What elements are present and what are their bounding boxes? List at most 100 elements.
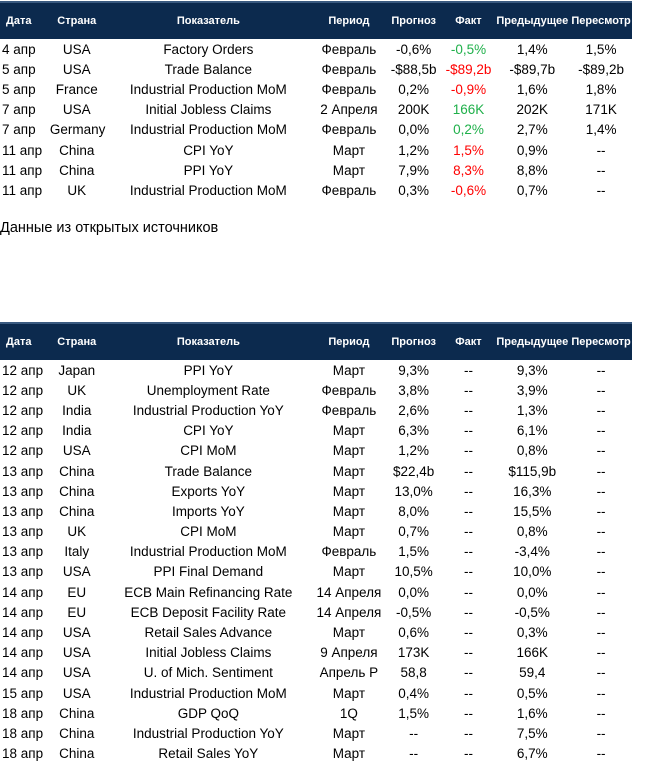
cell-country: USA [62, 625, 91, 641]
cell-country: China [59, 746, 95, 762]
cell-date: 14 апр [2, 625, 44, 641]
cell-revision: 171K [585, 102, 617, 118]
header-period: Период [328, 15, 370, 27]
cell-forecast: 58,8 [400, 665, 427, 681]
cell-actual: -- [463, 604, 473, 620]
table-row: 13 апр China Trade Balance Март $22,4b -- $115… [0, 461, 632, 481]
table-row: 12 апр India Industrial Production YoY Февр… [0, 400, 632, 420]
cell-revision: -- [596, 362, 606, 378]
cell-country: UK [67, 182, 87, 198]
cell-indicator: PPI YoY [183, 362, 234, 378]
cell-forecast: 6,3% [398, 423, 430, 439]
cell-forecast: 200K [397, 102, 430, 118]
cell-actual: -- [463, 685, 473, 701]
cell-actual: -- [463, 463, 473, 479]
cell-period: 2 Апреля [320, 102, 378, 118]
table-row: 5 апр France Industrial Production MoM Февр… [0, 79, 632, 99]
cell-period: Февраль [321, 402, 377, 418]
cell-indicator: CPI MoM [180, 524, 237, 540]
cell-actual: -- [463, 665, 473, 681]
cell-forecast: 3,8% [398, 382, 430, 398]
table-row: 7 апр Germany Industrial Production MoM Фев… [0, 120, 632, 140]
cell-indicator: Initial Jobless Claims [145, 645, 272, 661]
cell-period: Апрель P [319, 665, 379, 681]
economic-calendar-table-past: Дата Страна Показатель Период Прогноз Факт Пре… [0, 1, 632, 201]
cell-forecast: -- [409, 746, 419, 762]
cell-actual: -- [463, 382, 473, 398]
table-row: 12 апр Japan PPI YoY Март 9,3% -- 9,3% -- [0, 360, 632, 380]
cell-country: UK [67, 524, 87, 540]
cell-indicator: Industrial Production YoY [132, 725, 284, 741]
cell-date: 13 апр [2, 483, 44, 499]
cell-period: Март [332, 625, 366, 641]
cell-revision: -- [596, 162, 606, 178]
cell-date: 14 апр [2, 645, 44, 661]
cell-previous: -3,4% [514, 544, 550, 560]
cell-actual: -- [463, 705, 473, 721]
cell-revision: 1,4% [585, 122, 617, 138]
cell-forecast: 1,5% [398, 705, 430, 721]
cell-previous: 8,8% [516, 162, 548, 178]
cell-indicator: Industrial Production MoM [129, 685, 287, 701]
table-row: 18 апр China GDP QoQ 1Q 1,5% -- 1,6% -- [0, 703, 632, 723]
table-header: Дата Страна Показатель Период Прогноз Факт Пре… [0, 322, 632, 360]
cell-indicator: Unemployment Rate [146, 382, 270, 398]
cell-previous: 6,7% [516, 746, 548, 762]
cell-forecast: 0,2% [398, 81, 430, 97]
cell-forecast: 10,5% [394, 564, 433, 580]
cell-indicator: Industrial Production MoM [129, 182, 287, 198]
cell-forecast: 0,0% [398, 122, 430, 138]
cell-period: Февраль [321, 41, 377, 57]
cell-country: USA [62, 685, 91, 701]
header-date: Дата [6, 15, 32, 27]
cell-country: EU [67, 584, 87, 600]
table-row: 7 апр USA Initial Jobless Claims 2 Апреля 20… [0, 100, 632, 120]
cell-actual: -- [463, 544, 473, 560]
cell-country: USA [62, 665, 91, 681]
cell-indicator: PPI Final Demand [153, 564, 264, 580]
cell-period: Март [332, 725, 366, 741]
cell-actual: -0,5% [450, 41, 487, 57]
cell-forecast: 0,3% [398, 182, 430, 198]
header-indicator: Показатель [176, 15, 240, 27]
table-row: 4 апр USA Factory Orders Февраль -0,6% -0,5% 1… [0, 39, 632, 59]
cell-period: Март [332, 463, 366, 479]
cell-revision: -- [596, 685, 606, 701]
cell-previous: 1,4% [516, 41, 548, 57]
cell-country: USA [62, 443, 91, 459]
cell-period: 14 Апреля [316, 584, 382, 600]
cell-country: China [59, 483, 95, 499]
cell-forecast: 0,0% [398, 584, 430, 600]
cell-period: Март [332, 362, 366, 378]
cell-actual: -0,6% [450, 182, 487, 198]
table-row: 14 апр EU ECB Main Refinancing Rate 14 Апре… [0, 582, 632, 602]
cell-date: 5 апр [2, 61, 36, 77]
cell-date: 12 апр [2, 382, 44, 398]
cell-period: Март [332, 443, 366, 459]
cell-revision: -- [596, 182, 606, 198]
cell-period: Февраль [321, 122, 377, 138]
cell-previous: 3,9% [516, 382, 548, 398]
cell-actual: -- [463, 423, 473, 439]
cell-date: 13 апр [2, 503, 44, 519]
cell-indicator: Retail Sales Advance [144, 625, 273, 641]
cell-revision: -- [596, 382, 606, 398]
cell-actual: 1,5% [453, 142, 484, 158]
header-country: Страна [57, 15, 97, 27]
cell-date: 14 апр [2, 665, 44, 681]
cell-country: China [59, 162, 95, 178]
cell-previous: 10,0% [513, 564, 552, 580]
cell-forecast: 0,4% [398, 685, 430, 701]
cell-date: 18 апр [2, 746, 44, 762]
cell-actual: -- [463, 483, 473, 499]
cell-forecast: 1,5% [398, 544, 430, 560]
cell-previous: 0,8% [516, 524, 548, 540]
cell-forecast: -- [409, 725, 419, 741]
cell-country: UK [67, 382, 87, 398]
cell-revision: -- [596, 524, 606, 540]
cell-previous: 1,3% [516, 402, 548, 418]
table-row: 12 апр USA CPI MoM Март 1,2% -- 0,8% -- [0, 441, 632, 461]
cell-actual: -- [463, 584, 473, 600]
cell-revision: -- [596, 544, 606, 560]
cell-indicator: U. of Mich. Sentiment [143, 665, 273, 681]
